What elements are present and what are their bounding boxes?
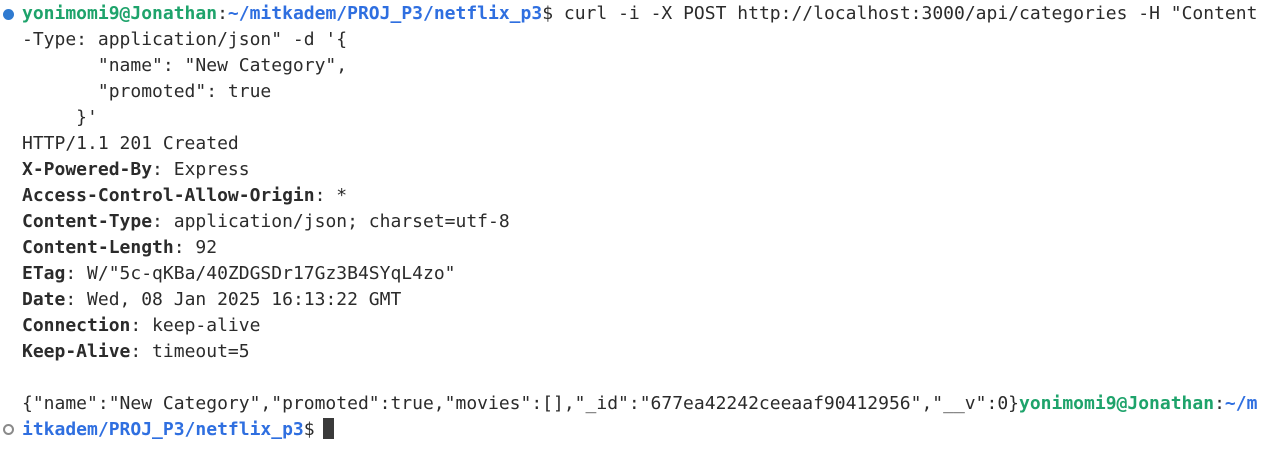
text-cursor[interactable] <box>322 418 334 439</box>
header-key: X-Powered-By <box>22 159 153 180</box>
command-continuation: -Type: application/json" -d '{ <box>22 29 348 50</box>
response-body: {"name":"New Category","promoted":true,"… <box>22 393 1019 414</box>
prompt-separator: : <box>217 3 228 24</box>
response-header: Keep-Alive: timeout=5 <box>22 341 250 362</box>
terminal-output[interactable]: yonimomi9@Jonathan:~/mitkadem/PROJ_P3/ne… <box>0 0 1276 454</box>
next-prompt-user-host: yonimomi9@Jonathan <box>1019 393 1215 414</box>
next-prompt-symbol: $ <box>303 419 315 440</box>
next-prompt-path-start: ~/m <box>1224 393 1258 414</box>
response-header: Access-Control-Allow-Origin: * <box>22 185 348 206</box>
response-header: ETag: W/"5c-qKBa/40ZDGSDr17Gz3B4SYqL4zo" <box>22 263 456 284</box>
command-text: curl -i -X POST http://localhost:3000/ap… <box>553 3 1258 24</box>
header-key: Access-Control-Allow-Origin <box>22 185 315 206</box>
header-value: keep-alive <box>141 315 261 336</box>
header-value: timeout=5 <box>141 341 250 362</box>
command-body-line: "promoted": true <box>22 81 272 102</box>
response-status-line: HTTP/1.1 201 Created <box>22 133 239 154</box>
prompt-path: ~/mitkadem/PROJ_P3/netflix_p3 <box>227 3 543 24</box>
command-body-line: "name": "New Category", <box>22 55 348 76</box>
next-prompt-separator: : <box>1214 393 1225 414</box>
header-key: Connection <box>22 315 131 336</box>
header-value: Wed, 08 Jan 2025 16:13:22 GMT <box>76 289 402 310</box>
header-value: Express <box>162 159 250 180</box>
next-prompt-path-rest: itkadem/PROJ_P3/netflix_p3 <box>22 419 304 440</box>
header-key: ETag <box>22 263 66 284</box>
next-command-status-icon <box>3 424 14 435</box>
header-key: Content-Type <box>22 211 153 232</box>
response-header: Content-Length: 92 <box>22 237 218 258</box>
response-header: Connection: keep-alive <box>22 315 261 336</box>
header-value: application/json; charset=utf-8 <box>162 211 510 232</box>
command-body-line: }' <box>22 107 98 128</box>
header-value: 92 <box>184 237 218 258</box>
header-key: Content-Length <box>22 237 174 258</box>
command-line: yonimomi9@Jonathan:~/mitkadem/PROJ_P3/ne… <box>22 1 1257 27</box>
prompt-user-host: yonimomi9@Jonathan <box>22 3 218 24</box>
header-value: W/"5c-qKBa/40ZDGSDr17Gz3B4SYqL4zo" <box>76 263 456 284</box>
response-header: X-Powered-By: Express <box>22 159 250 180</box>
header-key: Keep-Alive <box>22 341 131 362</box>
header-key: Date <box>22 289 66 310</box>
header-value: * <box>325 185 348 206</box>
command-status-icon[interactable] <box>3 9 14 20</box>
response-header: Date: Wed, 08 Jan 2025 16:13:22 GMT <box>22 289 402 310</box>
response-header: Content-Type: application/json; charset=… <box>22 211 510 232</box>
prompt-symbol: $ <box>542 3 554 24</box>
active-prompt-line[interactable]: itkadem/PROJ_P3/netflix_p3$ <box>22 417 334 443</box>
response-body-line: {"name":"New Category","promoted":true,"… <box>22 391 1257 417</box>
